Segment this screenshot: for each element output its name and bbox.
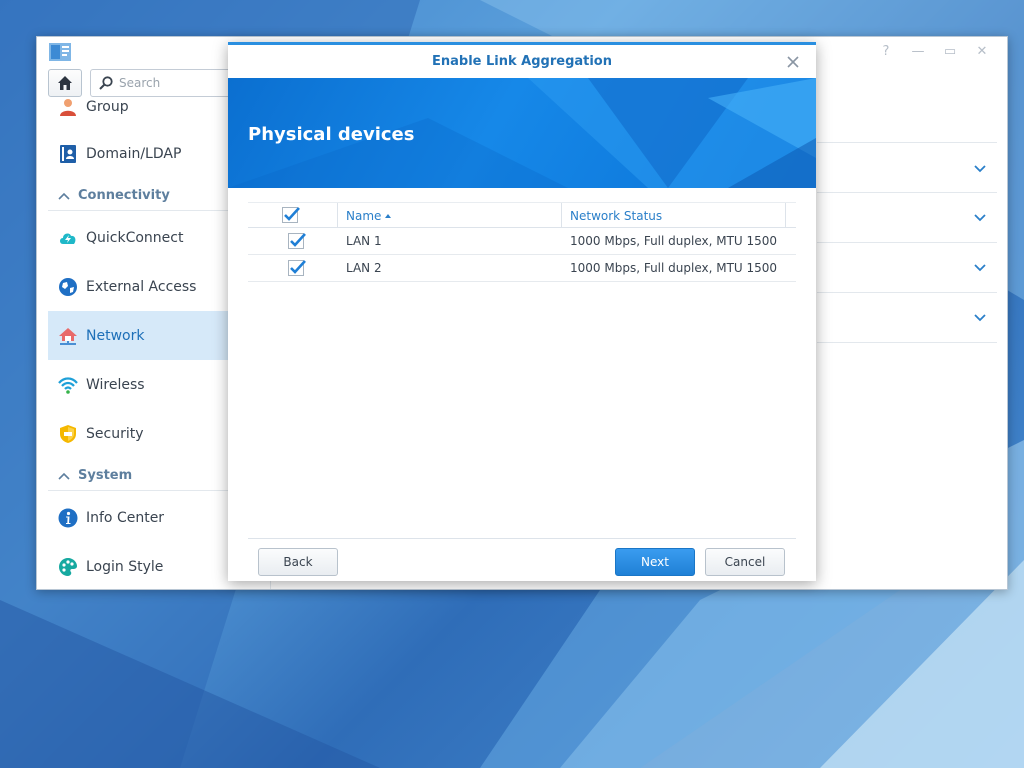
search-placeholder: Search — [119, 76, 161, 90]
device-status: 1000 Mbps, Full duplex, MTU 1500 — [570, 261, 778, 275]
back-button[interactable]: Back — [258, 548, 338, 576]
row-checkbox[interactable] — [288, 233, 306, 249]
panel-divider — [817, 142, 997, 143]
step-title: Physical devices — [248, 124, 415, 145]
sidebar-item-label: Group — [86, 98, 129, 115]
dialog-title: Enable Link Aggregation — [431, 54, 612, 69]
row-checkbox[interactable] — [288, 260, 306, 276]
toolbar: Search — [48, 69, 240, 97]
sort-ascending-icon — [385, 214, 392, 218]
chevron-down-icon[interactable] — [973, 313, 987, 323]
sidebar-item-label: Info Center — [86, 509, 165, 526]
sidebar-item-label: Domain/LDAP — [86, 145, 182, 162]
select-all-checkbox[interactable] — [282, 207, 300, 223]
column-separator — [561, 203, 562, 227]
chevron-down-icon[interactable] — [973, 263, 987, 273]
cancel-button[interactable]: Cancel — [705, 548, 785, 576]
chevron-down-icon[interactable] — [973, 164, 987, 174]
physical-devices-grid: Name Network Status LAN 1 1000 Mbps, Ful… — [248, 202, 796, 282]
dialog-banner: Physical devices — [228, 78, 816, 188]
chevron-up-icon — [58, 472, 70, 480]
column-separator — [785, 203, 786, 227]
app-icon — [49, 43, 71, 61]
device-status: 1000 Mbps, Full duplex, MTU 1500 — [570, 234, 778, 248]
minimize-button[interactable]: — — [909, 43, 927, 61]
sidebar-item-label: Network — [86, 327, 145, 344]
login-style-icon — [59, 557, 77, 576]
panel-divider — [817, 192, 997, 193]
sidebar-item-label: QuickConnect — [86, 229, 184, 246]
help-button[interactable]: ? — [877, 43, 895, 61]
window-controls: ? — ▭ ✕ — [877, 43, 991, 61]
sidebar-item-label: Wireless — [86, 376, 145, 393]
table-row[interactable]: LAN 2 1000 Mbps, Full duplex, MTU 1500 — [248, 255, 796, 282]
quickconnect-icon — [60, 233, 76, 244]
footer-divider — [248, 538, 796, 539]
sidebar-item-label: External Access — [86, 278, 197, 295]
sidebar-item-label: Login Style — [86, 558, 164, 575]
link-aggregation-dialog: Enable Link Aggregation Physical devices… — [228, 42, 816, 581]
search-icon — [99, 76, 113, 90]
network-settings-panel — [817, 97, 997, 397]
device-name: LAN 2 — [346, 261, 382, 275]
home-button[interactable] — [48, 69, 82, 97]
panel-divider — [817, 242, 997, 243]
external-access-icon — [59, 277, 77, 296]
chevron-up-icon — [58, 192, 70, 200]
close-window-button[interactable]: ✕ — [973, 43, 991, 61]
sidebar-item-label: Security — [86, 425, 144, 442]
wireless-icon — [58, 376, 78, 394]
section-label: System — [78, 468, 133, 483]
domain-ldap-icon — [60, 144, 76, 163]
network-icon — [59, 327, 77, 345]
maximize-button[interactable]: ▭ — [941, 43, 959, 61]
next-button[interactable]: Next — [615, 548, 695, 576]
security-icon — [60, 424, 76, 443]
column-header-name[interactable]: Name — [346, 209, 392, 223]
column-separator — [337, 203, 338, 227]
close-icon[interactable] — [786, 55, 800, 69]
chevron-down-icon[interactable] — [973, 213, 987, 223]
group-icon — [60, 98, 76, 116]
search-input[interactable]: Search — [90, 69, 240, 97]
info-center-icon — [58, 508, 78, 527]
panel-divider — [817, 342, 997, 343]
panel-divider — [817, 292, 997, 293]
home-icon — [58, 76, 72, 90]
column-header-network-status[interactable]: Network Status — [570, 209, 662, 223]
device-name: LAN 1 — [346, 234, 382, 248]
grid-header: Name Network Status — [248, 202, 796, 228]
section-label: Connectivity — [78, 188, 170, 203]
table-row[interactable]: LAN 1 1000 Mbps, Full duplex, MTU 1500 — [248, 228, 796, 255]
